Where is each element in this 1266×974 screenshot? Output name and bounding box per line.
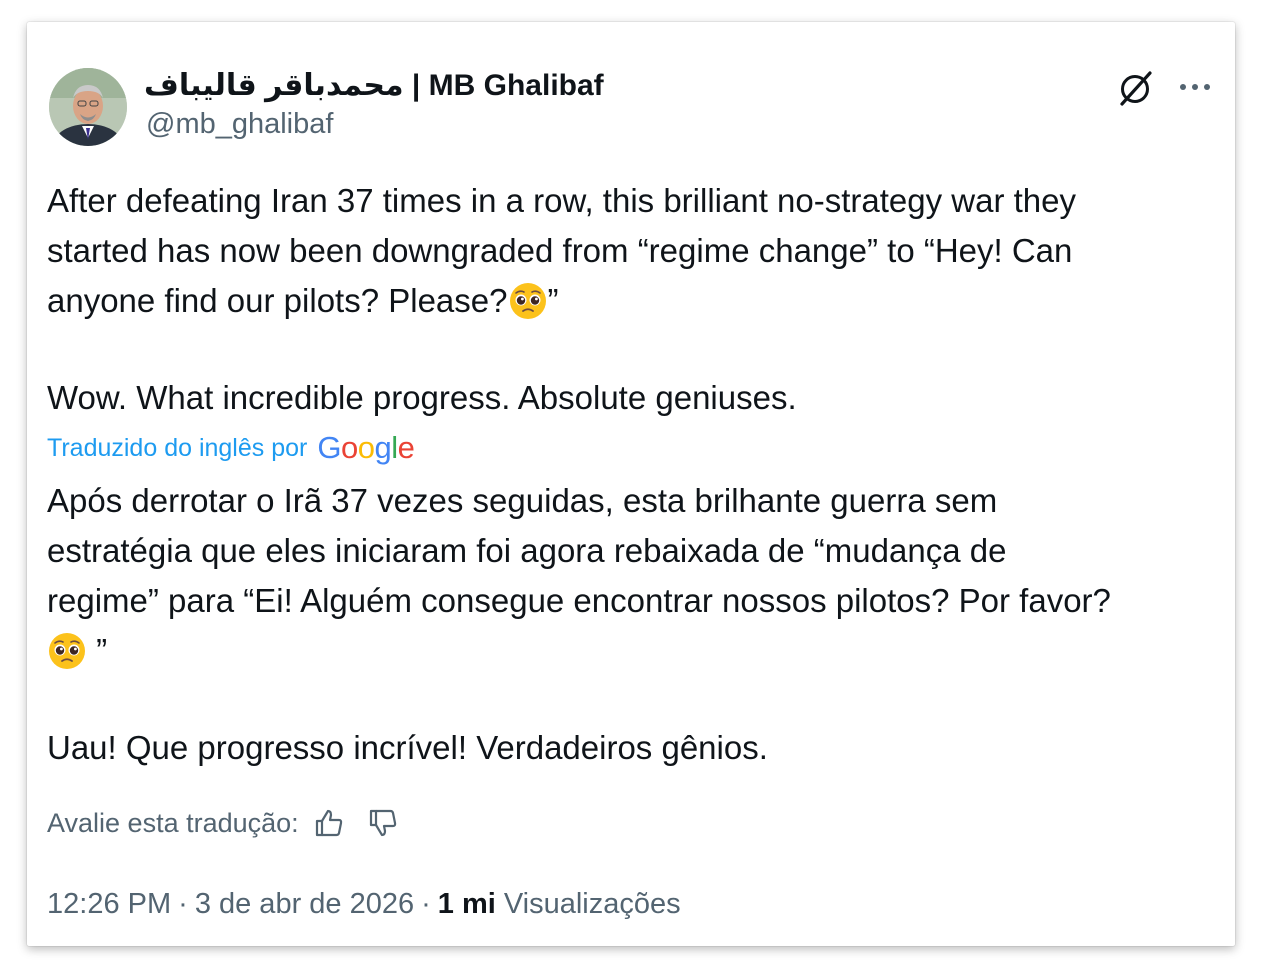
tweet-original-line-3-end: ”	[547, 282, 559, 319]
author-display-name[interactable]: محمدباقر قالیباف | MB Ghalibaf	[144, 68, 604, 103]
thumbs-up-icon[interactable]	[313, 807, 345, 839]
tweet-meta-row: 12:26 PM · 3 de abr de 2026 · 1 mi Visua…	[47, 884, 681, 924]
translated-by-google[interactable]: Traduzido do inglês por Google	[47, 428, 415, 468]
google-letter: G	[317, 430, 341, 465]
google-letter: e	[397, 430, 415, 465]
translated-by-label[interactable]: Traduzido do inglês por	[47, 434, 307, 463]
translated-line-5: Uau! Que progresso incrível! Verdadeiros…	[47, 729, 768, 766]
views-count: 1 mi	[437, 887, 496, 920]
avatar[interactable]	[49, 68, 127, 146]
google-letter: g	[374, 430, 392, 465]
tweet-translated-text: Após derrotar o Irã 37 vezes seguidas, e…	[47, 476, 1217, 676]
tweet-original-text: After defeating Iran 37 times in a row, …	[47, 176, 1217, 326]
author-handle[interactable]: @mb_ghalibaf	[146, 108, 333, 141]
more-options-icon[interactable]	[1175, 72, 1215, 102]
translated-line-3: regime” para “Ei! Alguém consegue encont…	[47, 582, 1111, 619]
translated-line-2: estratégia que eles iniciaram foi agora …	[47, 532, 1007, 569]
views-label: Visualizações	[503, 887, 681, 920]
tweet-original-line-3: anyone find our pilots? Please?	[47, 282, 508, 319]
meta-separator: ·	[421, 887, 431, 920]
google-letter: o	[357, 430, 375, 465]
meta-separator: ·	[178, 887, 188, 920]
rate-translation-label: Avalie esta tradução:	[47, 807, 299, 838]
tweet-time[interactable]: 12:26 PM	[47, 888, 171, 921]
thumbs-down-icon[interactable]	[367, 807, 399, 839]
tweet-original-line-4: Wow. What incredible progress. Absolute …	[47, 379, 797, 416]
google-wordmark: Google	[317, 430, 415, 465]
author-name-row[interactable]: محمدباقر قالیباف | MB Ghalibaf	[144, 66, 604, 104]
google-logo: Google	[317, 430, 415, 466]
pleading-face-emoji	[509, 283, 546, 319]
rate-translation-row: Avalie esta tradução:	[47, 802, 399, 844]
tweet-original-line-1: After defeating Iran 37 times in a row, …	[47, 182, 1076, 219]
grok-icon[interactable]	[1115, 67, 1157, 109]
translated-line-1: Após derrotar o Irã 37 vezes seguidas, e…	[47, 482, 998, 519]
tweet-card: محمدباقر قالیباف | MB Ghalibaf @mb_ghali…	[27, 22, 1235, 946]
tweet-original-line-2: started has now been downgraded from “re…	[47, 232, 1073, 269]
tweet-date[interactable]: 3 de abr de 2026	[195, 888, 414, 921]
translated-line-4-end: ”	[87, 632, 108, 669]
pleading-face-emoji	[49, 633, 85, 669]
google-letter: o	[340, 430, 358, 465]
